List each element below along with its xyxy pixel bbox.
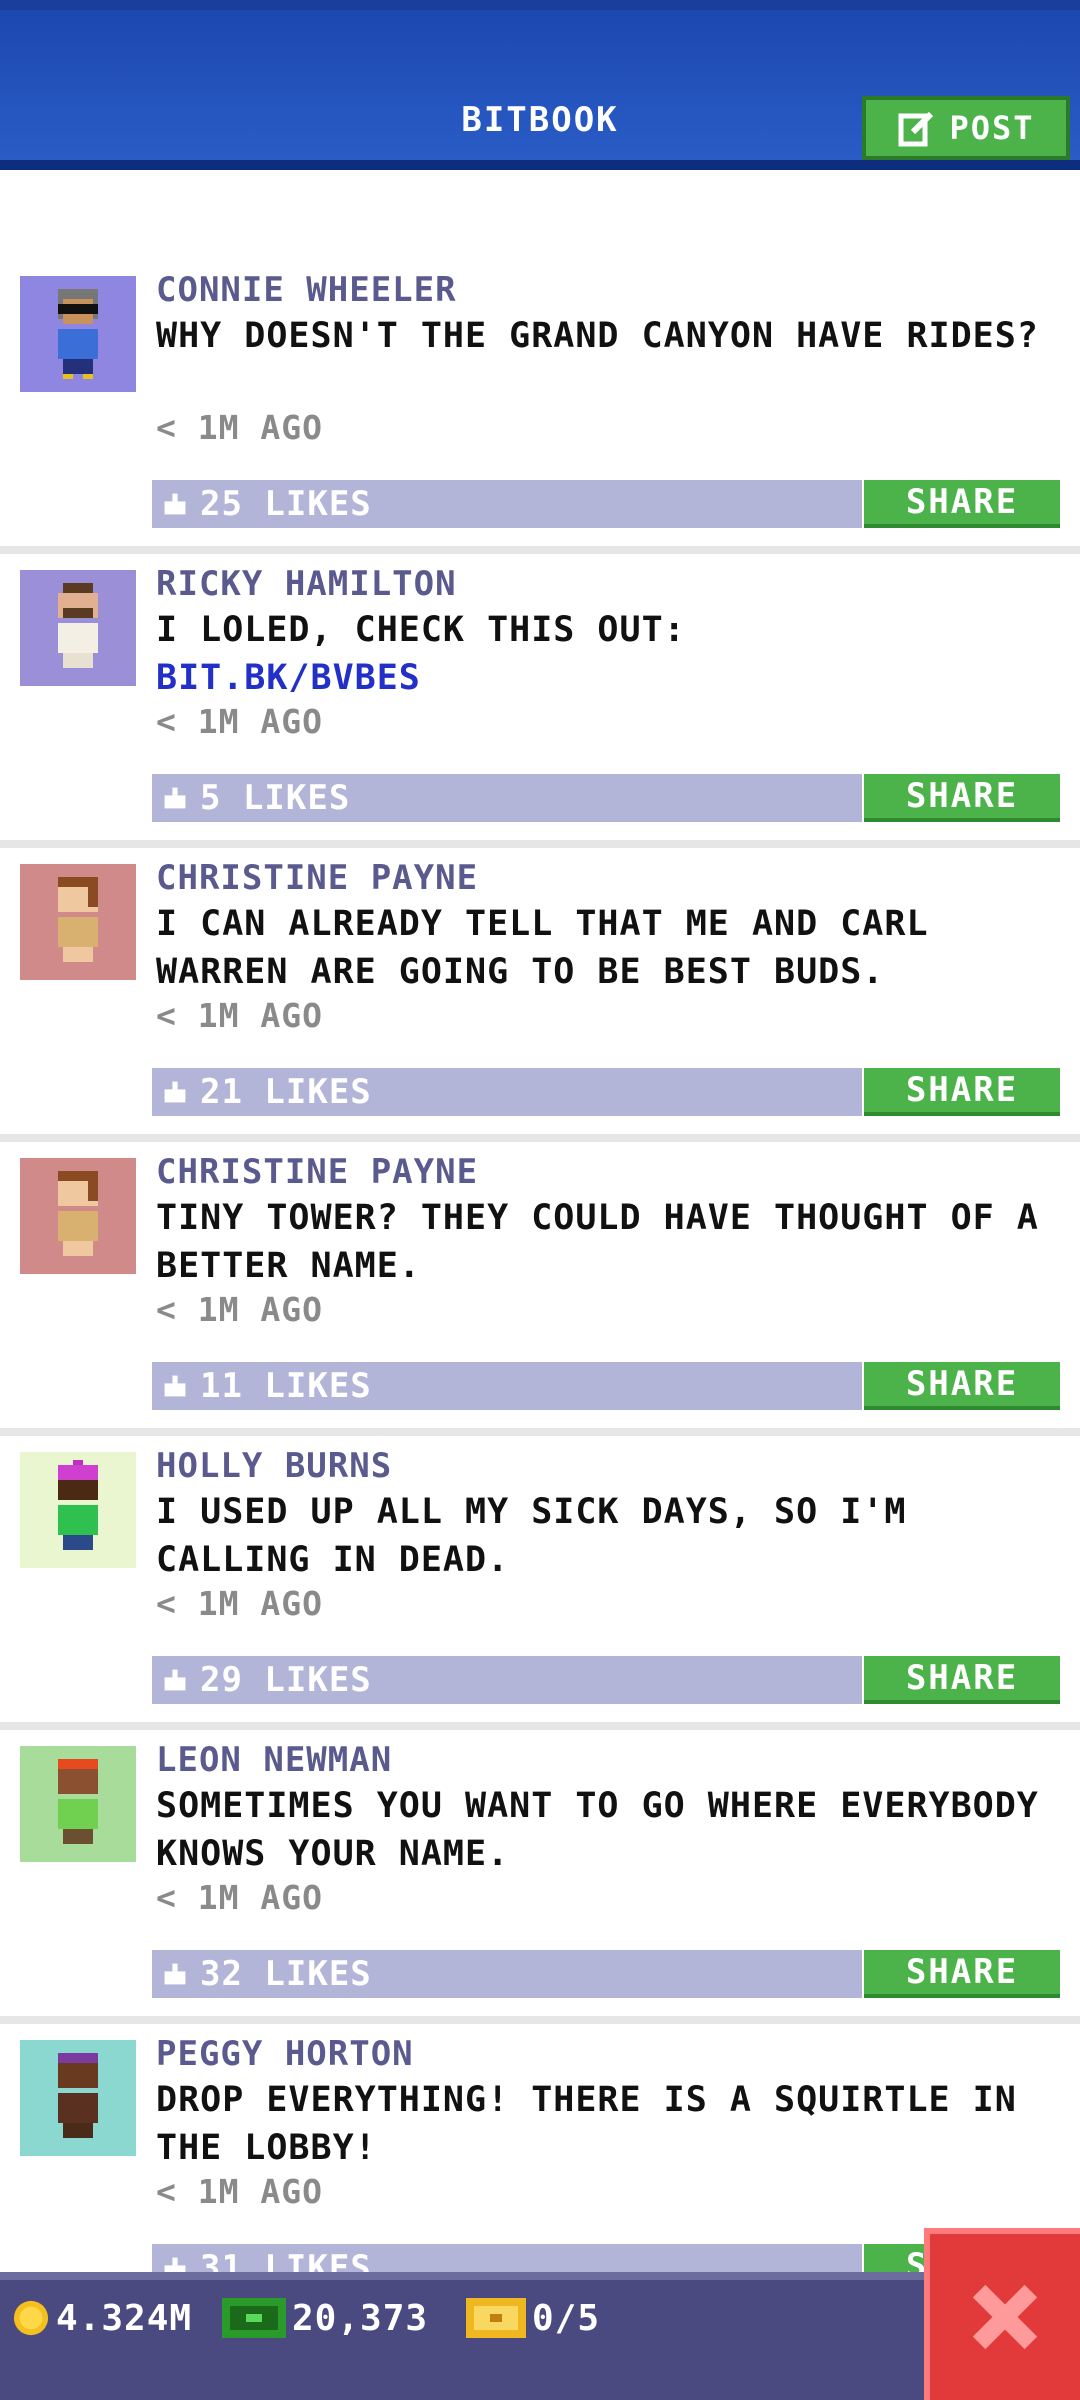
share-button[interactable]: SHARE bbox=[864, 480, 1060, 528]
post-message: I LOLED, CHECK THIS OUT: BIT.BK/BVBES bbox=[156, 606, 1066, 702]
post-time: < 1M AGO bbox=[156, 702, 323, 741]
post-author[interactable]: PEGGY HORTON bbox=[156, 2034, 414, 2074]
avatar-sprite bbox=[58, 2053, 98, 2138]
likes-count: 5 LIKES bbox=[200, 778, 351, 818]
post-message: DROP EVERYTHING! THERE IS A SQUIRTLE IN … bbox=[156, 2080, 1017, 2168]
post-time: < 1M AGO bbox=[156, 2172, 323, 2211]
post-item: RICKY HAMILTON I LOLED, CHECK THIS OUT: B… bbox=[0, 554, 1080, 848]
share-button[interactable]: SHARE bbox=[864, 1362, 1060, 1410]
post-time: < 1M AGO bbox=[156, 1290, 323, 1329]
tickets-value: 0/5 bbox=[532, 2297, 601, 2339]
post-item: CONNIE WHEELER WHY DOESN'T THE GRAND CAN… bbox=[0, 260, 1080, 554]
thumbs-up-icon bbox=[164, 1081, 186, 1103]
avatar-sprite bbox=[58, 1171, 98, 1256]
thumbs-up-icon bbox=[164, 1669, 186, 1691]
close-button[interactable] bbox=[924, 2228, 1080, 2400]
likes-bar: 5 LIKES bbox=[152, 774, 862, 822]
likes-count: 32 LIKES bbox=[200, 1954, 372, 1994]
post-time: < 1M AGO bbox=[156, 996, 323, 1035]
likes-count: 11 LIKES bbox=[200, 1366, 372, 1406]
thumbs-up-icon bbox=[164, 1963, 186, 1985]
post-button[interactable]: POST bbox=[862, 96, 1070, 160]
avatar bbox=[20, 2040, 136, 2156]
post-message: I CAN ALREADY TELL THAT ME AND CARL WARR… bbox=[156, 904, 929, 992]
likes-bar: 32 LIKES bbox=[152, 1950, 862, 1998]
post-author[interactable]: CHRISTINE PAYNE bbox=[156, 1152, 478, 1192]
app-header: BITBOOK POST bbox=[0, 0, 1080, 170]
post-message: SOMETIMES YOU WANT TO GO WHERE EVERYBODY… bbox=[156, 1786, 1039, 1874]
post-link[interactable]: BIT.BK/BVBES bbox=[156, 654, 1066, 702]
avatar bbox=[20, 864, 136, 980]
ticket-icon bbox=[466, 2298, 526, 2338]
likes-bar: 25 LIKES bbox=[152, 480, 862, 528]
post-author[interactable]: CHRISTINE PAYNE bbox=[156, 858, 478, 898]
share-button[interactable]: SHARE bbox=[864, 1068, 1060, 1116]
coin-icon bbox=[13, 2300, 49, 2336]
post-author[interactable]: CONNIE WHEELER bbox=[156, 270, 457, 310]
likes-bar: 29 LIKES bbox=[152, 1656, 862, 1704]
post-author[interactable]: RICKY HAMILTON bbox=[156, 564, 457, 604]
post-item: CHRISTINE PAYNE I CAN ALREADY TELL THAT … bbox=[0, 848, 1080, 1142]
edit-icon bbox=[898, 111, 934, 147]
avatar-sprite bbox=[58, 877, 98, 962]
likes-count: 21 LIKES bbox=[200, 1072, 372, 1112]
avatar-sprite bbox=[58, 583, 98, 668]
post-author[interactable]: LEON NEWMAN bbox=[156, 1740, 392, 1780]
post-time: < 1M AGO bbox=[156, 1878, 323, 1917]
bux-icon bbox=[222, 2298, 286, 2338]
avatar bbox=[20, 570, 136, 686]
avatar bbox=[20, 1158, 136, 1274]
post-time: < 1M AGO bbox=[156, 1584, 323, 1623]
post-button-label: POST bbox=[949, 109, 1035, 147]
likes-bar: 11 LIKES bbox=[152, 1362, 862, 1410]
likes-count: 25 LIKES bbox=[200, 484, 372, 524]
likes-count: 29 LIKES bbox=[200, 1660, 372, 1700]
share-button[interactable]: SHARE bbox=[864, 1950, 1060, 1998]
thumbs-up-icon bbox=[164, 787, 186, 809]
avatar bbox=[20, 276, 136, 392]
post-time: < 1M AGO bbox=[156, 408, 323, 447]
thumbs-up-icon bbox=[164, 1375, 186, 1397]
post-message: TINY TOWER? THEY COULD HAVE THOUGHT OF A… bbox=[156, 1198, 1039, 1286]
post-author[interactable]: HOLLY BURNS bbox=[156, 1446, 392, 1486]
tickets-stat: 0/5 bbox=[466, 2296, 600, 2340]
coins-stat: 4.324M bbox=[12, 2296, 192, 2340]
share-button[interactable]: SHARE bbox=[864, 1656, 1060, 1704]
thumbs-up-icon bbox=[164, 493, 186, 515]
post-item: CHRISTINE PAYNE TINY TOWER? THEY COULD H… bbox=[0, 1142, 1080, 1436]
post-item: LEON NEWMAN SOMETIMES YOU WANT TO GO WHE… bbox=[0, 1730, 1080, 2024]
close-icon bbox=[972, 2284, 1038, 2350]
bux-stat: 20,373 bbox=[222, 2296, 428, 2340]
avatar-sprite bbox=[58, 1460, 98, 1550]
bux-value: 20,373 bbox=[292, 2297, 429, 2339]
avatar-sprite bbox=[58, 1759, 98, 1844]
avatar bbox=[20, 1746, 136, 1862]
post-message: I USED UP ALL MY SICK DAYS, SO I'M CALLI… bbox=[156, 1492, 907, 1580]
share-button[interactable]: SHARE bbox=[864, 774, 1060, 822]
coins-value: 4.324M bbox=[56, 2297, 193, 2339]
likes-bar: 21 LIKES bbox=[152, 1068, 862, 1116]
avatar bbox=[20, 1452, 136, 1568]
post-feed: CONNIE WHEELER WHY DOESN'T THE GRAND CAN… bbox=[0, 260, 1080, 2318]
post-item: HOLLY BURNS I USED UP ALL MY SICK DAYS, … bbox=[0, 1436, 1080, 1730]
avatar-sprite bbox=[58, 289, 98, 379]
post-message: WHY DOESN'T THE GRAND CANYON HAVE RIDES? bbox=[156, 316, 1039, 356]
